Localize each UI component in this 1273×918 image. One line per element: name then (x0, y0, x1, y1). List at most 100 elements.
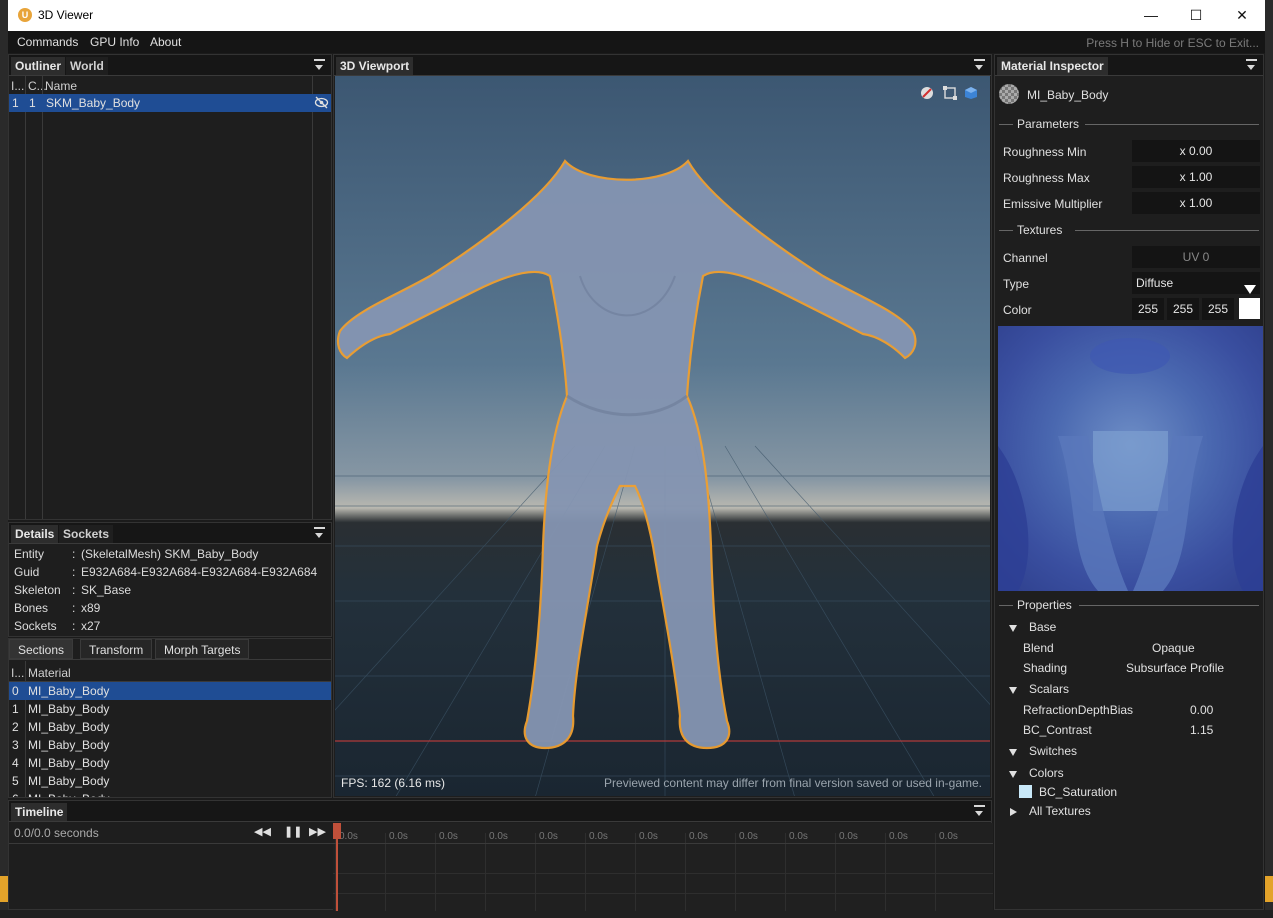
tick-label: 0.0s (889, 831, 908, 842)
section-row[interactable]: 6 MI_Baby_Body (9, 790, 331, 797)
detail-value: x27 (81, 619, 101, 633)
color-swatch[interactable] (1019, 785, 1032, 798)
outliner-row[interactable]: 1 1 SKM_Baby_Body (9, 94, 331, 112)
section-material: MI_Baby_Body (28, 720, 110, 734)
section-material: MI_Baby_Body (28, 738, 110, 752)
detail-key: Skeleton (14, 583, 61, 597)
color-swatch[interactable] (1239, 298, 1260, 319)
panel-menu-icon[interactable] (314, 527, 325, 539)
timeline-tabbar: Timeline (9, 801, 991, 822)
chevron-down-icon[interactable] (1009, 683, 1017, 697)
taskbar-edge (0, 910, 1273, 918)
channel-label: Channel (1003, 251, 1048, 265)
tick-line (685, 833, 686, 911)
timeline-time: 0.0/0.0 seconds (14, 826, 99, 840)
minimize-button[interactable]: — (1128, 0, 1174, 31)
window-titlebar[interactable]: U 3D Viewer — ☐ ✕ (8, 0, 1265, 31)
tick-line (535, 833, 536, 911)
column-count[interactable]: C... (28, 79, 47, 93)
timeline-divider (333, 873, 993, 874)
tab-sockets[interactable]: Sockets (59, 525, 114, 543)
timeline-panel: Timeline 0.0/0.0 seconds ◀◀ ❚❚ ▶▶ 0.0s 0.… (8, 800, 993, 911)
tree-base[interactable]: Base (1029, 620, 1056, 634)
background-accent-right (1265, 876, 1273, 902)
param-label: Roughness Max (1003, 171, 1090, 185)
bounding-box-icon[interactable] (943, 86, 957, 103)
menu-bar: Commands GPU Info About Press H to Hide … (8, 31, 1265, 53)
menu-gpu-info[interactable]: GPU Info (90, 35, 139, 49)
tab-transform[interactable]: Transform (80, 639, 153, 659)
fast-forward-icon[interactable]: ▶▶ (309, 825, 326, 838)
chevron-down-icon[interactable] (1009, 745, 1017, 759)
section-material: MI_Baby_Body (28, 702, 110, 716)
tab-world[interactable]: World (66, 57, 108, 75)
section-row[interactable]: 0 MI_Baby_Body (9, 682, 331, 700)
panel-menu-icon[interactable] (314, 59, 325, 71)
tree-scalars[interactable]: Scalars (1029, 682, 1069, 696)
tab-3d-viewport[interactable]: 3D Viewport (336, 57, 414, 75)
section-row[interactable]: 5 MI_Baby_Body (9, 772, 331, 790)
param-label: Emissive Multiplier (1003, 197, 1103, 211)
tree-all-textures[interactable]: All Textures (1029, 804, 1091, 818)
scalar-value: 0.00 (1190, 703, 1214, 717)
color-g-field[interactable]: 255 (1167, 298, 1199, 320)
color-b-field[interactable]: 255 (1202, 298, 1234, 320)
tick-line (585, 833, 586, 911)
column-index[interactable]: I... (11, 666, 24, 680)
tab-details[interactable]: Details (11, 525, 59, 543)
menu-about[interactable]: About (150, 35, 181, 49)
tab-morph-targets[interactable]: Morph Targets (155, 639, 250, 659)
emissive-multiplier-field[interactable]: x 1.00 (1132, 192, 1260, 214)
tab-timeline[interactable]: Timeline (11, 803, 68, 821)
detail-separator: : (72, 601, 76, 615)
paint-brush-icon[interactable] (920, 86, 934, 103)
section-row[interactable]: 4 MI_Baby_Body (9, 754, 331, 772)
rewind-icon[interactable]: ◀◀ (254, 825, 271, 838)
details-tabbar: Details Sockets (9, 523, 331, 544)
tab-outliner[interactable]: Outliner (11, 57, 66, 75)
roughness-min-field[interactable]: x 0.00 (1132, 140, 1260, 162)
menu-commands[interactable]: Commands (17, 35, 78, 49)
tick-label: 0.0s (589, 831, 608, 842)
section-index: 2 (12, 720, 19, 734)
tab-sections[interactable]: Sections (9, 639, 74, 659)
section-row[interactable]: 2 MI_Baby_Body (9, 718, 331, 736)
section-row[interactable]: 3 MI_Baby_Body (9, 736, 331, 754)
timeline-track[interactable]: 0.0s 0.0s 0.0s 0.0s 0.0s 0.0s 0.0s 0.0s 0.0s 0.0s… (333, 823, 993, 911)
type-dropdown[interactable]: Diffuse (1132, 272, 1260, 294)
section-index: 5 (12, 774, 19, 788)
cube-icon[interactable] (964, 86, 978, 103)
app-logo-icon: U (18, 8, 32, 22)
section-material: MI_Baby_Body (28, 792, 109, 797)
maximize-button[interactable]: ☐ (1173, 0, 1219, 31)
column-index[interactable]: I... (11, 79, 24, 93)
color-r-field[interactable]: 255 (1132, 298, 1164, 320)
column-material[interactable]: Material (28, 666, 71, 680)
panel-menu-icon[interactable] (1246, 59, 1257, 71)
section-row[interactable]: 1 MI_Baby_Body (9, 700, 331, 718)
viewport-canvas[interactable]: FPS: 162 (6.16 ms) Previewed content may… (335, 76, 990, 796)
tick-line (935, 833, 936, 911)
tree-switches[interactable]: Switches (1029, 744, 1077, 758)
section-material: MI_Baby_Body (28, 756, 110, 770)
panel-menu-icon[interactable] (974, 805, 985, 817)
column-name[interactable]: Name (45, 79, 77, 93)
background-app-strip-right (1265, 0, 1273, 918)
close-button[interactable]: ✕ (1219, 0, 1265, 31)
tree-colors[interactable]: Colors (1029, 766, 1064, 780)
chevron-down-icon[interactable] (1009, 767, 1017, 781)
pause-icon[interactable]: ❚❚ (284, 825, 302, 838)
chevron-down-icon[interactable] (1009, 621, 1017, 635)
type-label: Type (1003, 277, 1030, 291)
tab-material-inspector[interactable]: Material Inspector (997, 57, 1108, 75)
row-count: 1 (29, 96, 36, 110)
detail-separator: : (72, 583, 76, 597)
roughness-max-field[interactable]: x 1.00 (1132, 166, 1260, 188)
section-material: MI_Baby_Body (28, 774, 110, 788)
section-material: MI_Baby_Body (28, 684, 110, 698)
panel-menu-icon[interactable] (974, 59, 985, 71)
eye-slash-icon[interactable] (314, 96, 329, 112)
properties-header: Properties (1017, 598, 1072, 612)
channel-field[interactable]: UV 0 (1132, 246, 1260, 268)
chevron-right-icon[interactable] (1010, 805, 1017, 819)
